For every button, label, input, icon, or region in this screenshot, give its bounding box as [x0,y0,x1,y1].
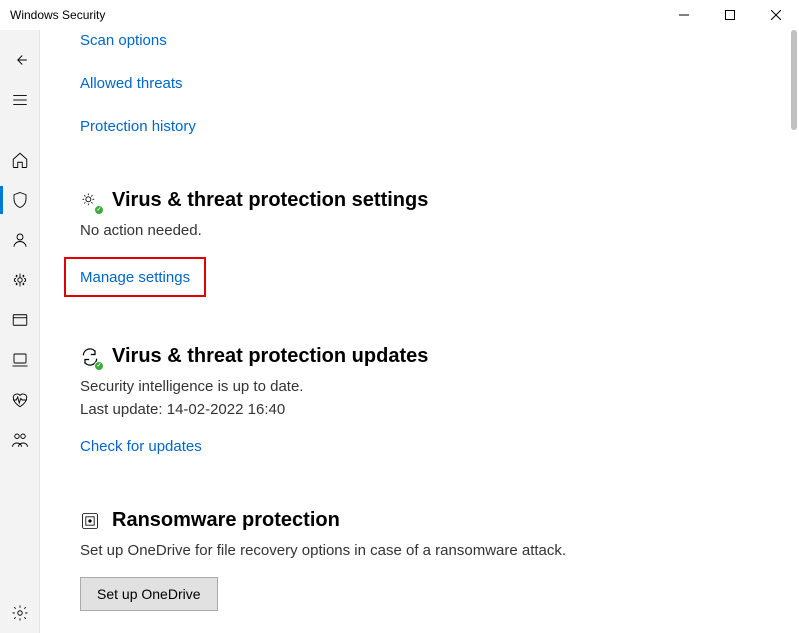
titlebar: Windows Security [0,0,799,30]
updates-section-icon [80,347,100,367]
settings-section: Virus & threat protection settings No ac… [80,189,779,297]
manage-settings-link[interactable]: Manage settings [80,269,190,286]
sidebar-item-device-performance[interactable] [0,380,40,420]
sidebar-item-settings[interactable] [0,593,40,633]
family-icon [11,431,29,449]
minimize-icon [679,10,689,20]
allowed-threats-link[interactable]: Allowed threats [80,75,183,92]
window-title: Windows Security [10,8,105,22]
scrollbar[interactable] [791,30,797,130]
protection-history-link[interactable]: Protection history [80,118,196,135]
app-browser-icon [11,311,29,329]
ransomware-icon [80,511,100,531]
hamburger-icon [11,91,29,109]
updates-desc: Security intelligence is up to date. [80,378,779,395]
sidebar-item-firewall[interactable] [0,260,40,300]
back-button[interactable] [0,40,40,80]
firewall-icon [11,271,29,289]
updates-last-update: Last update: 14-02-2022 16:40 [80,401,779,418]
menu-button[interactable] [0,80,40,120]
heart-icon [11,391,29,409]
home-icon [11,151,29,169]
sidebar [0,30,40,633]
status-ok-badge [94,361,104,371]
highlight-annotation: Manage settings [64,257,206,297]
close-icon [771,10,781,20]
settings-desc: No action needed. [80,222,779,239]
top-links: Scan options Allowed threats Protection … [80,32,779,141]
updates-title: Virus & threat protection updates [112,345,428,368]
device-security-icon [11,351,29,369]
ransomware-section-icon [80,511,100,531]
minimize-button[interactable] [661,0,707,30]
sidebar-item-home[interactable] [0,140,40,180]
titlebar-controls [661,0,799,30]
updates-section: Virus & threat protection updates Securi… [80,345,779,461]
ransomware-section: Ransomware protection Set up OneDrive fo… [80,509,779,633]
sidebar-item-family[interactable] [0,420,40,460]
check-updates-link[interactable]: Check for updates [80,438,202,455]
account-icon [11,231,29,249]
status-ok-badge [94,205,104,215]
shield-icon [11,191,29,209]
close-button[interactable] [753,0,799,30]
settings-title: Virus & threat protection settings [112,189,428,212]
sidebar-item-device-security[interactable] [0,340,40,380]
gear-icon [11,604,29,622]
back-arrow-icon [11,51,29,69]
sidebar-item-app-browser[interactable] [0,300,40,340]
setup-onedrive-button[interactable]: Set up OneDrive [80,577,218,611]
maximize-button[interactable] [707,0,753,30]
main-content: Scan options Allowed threats Protection … [40,30,799,633]
scan-options-link[interactable]: Scan options [80,32,167,49]
ransomware-title: Ransomware protection [112,509,340,532]
sidebar-item-account[interactable] [0,220,40,260]
sidebar-item-virus-protection[interactable] [0,180,40,220]
settings-section-icon [80,191,100,211]
ransomware-desc: Set up OneDrive for file recovery option… [80,542,779,559]
maximize-icon [725,10,735,20]
